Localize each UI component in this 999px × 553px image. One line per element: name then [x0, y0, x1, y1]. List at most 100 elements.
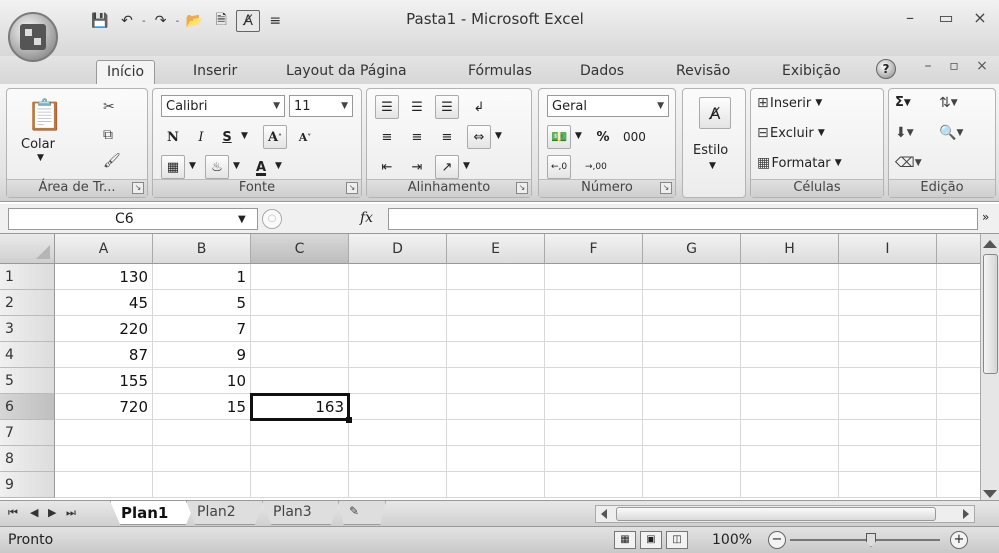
- increase-decimal-button[interactable]: ← ,0: [547, 155, 572, 179]
- cell-j8[interactable]: [937, 446, 980, 472]
- cell-c8[interactable]: [251, 446, 349, 472]
- align-top-icon[interactable]: ☰: [375, 95, 399, 119]
- cell-h2[interactable]: [741, 290, 839, 316]
- cell-g1[interactable]: [643, 264, 741, 290]
- percent-button[interactable]: %: [591, 125, 615, 149]
- cell-a4[interactable]: 87: [55, 342, 153, 368]
- cell-j6[interactable]: [937, 394, 980, 420]
- decrease-indent-icon[interactable]: ⇤: [375, 155, 399, 179]
- cell-h8[interactable]: [741, 446, 839, 472]
- column-header-partial[interactable]: [937, 234, 980, 264]
- cell-g7[interactable]: [643, 420, 741, 446]
- sort-filter-button[interactable]: ⇅ ▼: [939, 95, 958, 111]
- row-header-5[interactable]: 5: [0, 368, 55, 394]
- styles-dropdown-icon[interactable]: ▼: [709, 161, 716, 171]
- row-header-2[interactable]: 2: [0, 290, 55, 316]
- cell-e1[interactable]: [447, 264, 545, 290]
- fill-button[interactable]: ⬇ ▼: [895, 125, 914, 141]
- clear-button[interactable]: ⌫ ▼: [895, 155, 922, 171]
- cell-d3[interactable]: [349, 316, 447, 342]
- cell-g5[interactable]: [643, 368, 741, 394]
- cell-h7[interactable]: [741, 420, 839, 446]
- scroll-down-icon[interactable]: [983, 490, 997, 498]
- cell-b7[interactable]: [153, 420, 251, 446]
- cell-e9[interactable]: [447, 472, 545, 498]
- align-right-icon[interactable]: ≡: [435, 125, 459, 149]
- number-format-combo[interactable]: Geral ▼: [547, 95, 669, 117]
- row-header-3[interactable]: 3: [0, 316, 55, 342]
- cell-h5[interactable]: [741, 368, 839, 394]
- underline-dropdown-icon[interactable]: ▼: [241, 131, 248, 141]
- cell-c7[interactable]: [251, 420, 349, 446]
- merge-dropdown-icon[interactable]: ▼: [495, 131, 502, 141]
- cell-e4[interactable]: [447, 342, 545, 368]
- cell-a1[interactable]: 130: [55, 264, 153, 290]
- cell-i4[interactable]: [839, 342, 937, 368]
- cell-g6[interactable]: [643, 394, 741, 420]
- row-header-8[interactable]: 8: [0, 446, 55, 472]
- cell-c4[interactable]: [251, 342, 349, 368]
- first-sheet-icon[interactable]: ⏮: [8, 506, 18, 520]
- cell-a6[interactable]: 720: [55, 394, 153, 420]
- cell-g2[interactable]: [643, 290, 741, 316]
- cell-f6[interactable]: [545, 394, 643, 420]
- zoom-slider-thumb[interactable]: [866, 533, 876, 547]
- cell-f5[interactable]: [545, 368, 643, 394]
- cell-i5[interactable]: [839, 368, 937, 394]
- cell-a7[interactable]: [55, 420, 153, 446]
- styles-icon[interactable]: A̸: [699, 97, 731, 129]
- paste-dropdown-icon[interactable]: ▼: [37, 153, 44, 163]
- scroll-up-icon[interactable]: [983, 240, 997, 248]
- cell-g9[interactable]: [643, 472, 741, 498]
- cell-a8[interactable]: [55, 446, 153, 472]
- column-header-a[interactable]: A: [55, 234, 153, 264]
- zoom-in-button[interactable]: +: [950, 531, 968, 549]
- thousands-button[interactable]: 000: [619, 125, 650, 149]
- insert-sheet-icon[interactable]: ✎: [338, 501, 386, 525]
- cell-h9[interactable]: [741, 472, 839, 498]
- bold-button[interactable]: N: [161, 125, 185, 149]
- cell-a5[interactable]: 155: [55, 368, 153, 394]
- select-all-button[interactable]: [0, 234, 55, 264]
- column-header-g[interactable]: G: [643, 234, 741, 264]
- cancel-icon[interactable]: ○: [262, 209, 282, 229]
- cell-i1[interactable]: [839, 264, 937, 290]
- font-color-button[interactable]: A: [249, 155, 273, 179]
- open-icon[interactable]: 📂: [182, 10, 206, 32]
- prev-sheet-icon[interactable]: ◀: [30, 506, 38, 519]
- cell-g8[interactable]: [643, 446, 741, 472]
- row-header-7[interactable]: 7: [0, 420, 55, 446]
- normal-view-icon[interactable]: ▦: [614, 531, 636, 549]
- zoom-out-button[interactable]: −: [768, 531, 786, 549]
- save-icon[interactable]: 💾: [88, 10, 112, 32]
- cell-b1[interactable]: 1: [153, 264, 251, 290]
- cell-b4[interactable]: 9: [153, 342, 251, 368]
- clipboard-launcher-icon[interactable]: ↘: [132, 182, 144, 194]
- insert-function-icon[interactable]: fx: [360, 210, 373, 226]
- cell-f3[interactable]: [545, 316, 643, 342]
- cell-i9[interactable]: [839, 472, 937, 498]
- row-header-4[interactable]: 4: [0, 342, 55, 368]
- office-button[interactable]: [8, 12, 58, 62]
- cell-j4[interactable]: [937, 342, 980, 368]
- styles-button[interactable]: Estilo: [693, 143, 728, 158]
- name-box-dropdown-icon[interactable]: ▼: [238, 214, 246, 225]
- cell-e7[interactable]: [447, 420, 545, 446]
- cell-b2[interactable]: 5: [153, 290, 251, 316]
- column-header-i[interactable]: I: [839, 234, 937, 264]
- cell-b3[interactable]: 7: [153, 316, 251, 342]
- orientation-dropdown-icon[interactable]: ▼: [463, 161, 470, 171]
- currency-icon[interactable]: 💵: [547, 125, 572, 149]
- cell-f7[interactable]: [545, 420, 643, 446]
- cell-g4[interactable]: [643, 342, 741, 368]
- cell-c3[interactable]: [251, 316, 349, 342]
- cell-d7[interactable]: [349, 420, 447, 446]
- active-cell-outline[interactable]: [250, 393, 352, 423]
- formula-input[interactable]: [388, 208, 978, 230]
- undo-icon[interactable]: ↶: [115, 10, 139, 32]
- spelling-icon[interactable]: A̸: [236, 10, 261, 32]
- align-middle-icon[interactable]: ☰: [405, 95, 429, 119]
- tab-layout[interactable]: Layout da Página: [276, 60, 417, 84]
- zoom-slider[interactable]: [790, 539, 940, 541]
- cell-e5[interactable]: [447, 368, 545, 394]
